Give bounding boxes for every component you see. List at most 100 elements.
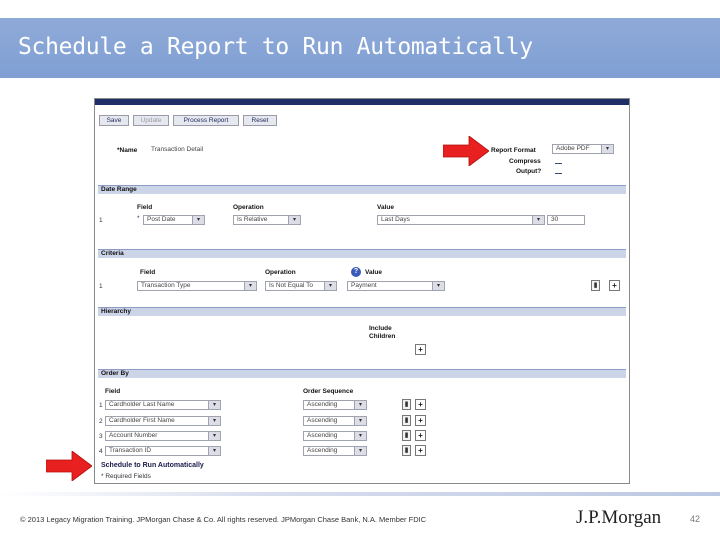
- chevron-down-icon: ▾: [432, 282, 444, 290]
- chevron-down-icon: ▾: [354, 417, 366, 425]
- order-field-value: Cardholder First Name: [109, 417, 175, 424]
- date-field-select[interactable]: Post Date ▾: [143, 215, 205, 225]
- output-label: Output?: [516, 168, 542, 175]
- chevron-down-icon: ▾: [208, 432, 220, 440]
- order-row-number: 1: [99, 402, 103, 409]
- save-button[interactable]: Save: [99, 115, 129, 126]
- compress-label: Compress: [509, 158, 541, 165]
- order-sequence-header: Order Sequence: [303, 388, 354, 395]
- output-checkbox[interactable]: [555, 169, 562, 174]
- add-order-button[interactable]: +: [415, 399, 426, 410]
- date-value-header: Value: [377, 204, 394, 211]
- order-field-value: Cardholder Last Name: [109, 401, 175, 408]
- chevron-down-icon: ▾: [192, 216, 204, 224]
- date-operation-select[interactable]: Is Relative ▾: [233, 215, 301, 225]
- name-label: *Name: [117, 147, 138, 154]
- order-field-value: Transaction ID: [109, 447, 152, 454]
- add-hierarchy-button[interactable]: +: [415, 344, 426, 355]
- name-field[interactable]: Transaction Detail: [147, 145, 327, 155]
- help-icon[interactable]: ?: [351, 267, 361, 277]
- chevron-down-icon: ▾: [288, 216, 300, 224]
- app-top-bar: [95, 99, 629, 105]
- order-row-number: 2: [99, 418, 103, 425]
- reset-button[interactable]: Reset: [243, 115, 277, 126]
- chevron-down-icon: ▾: [354, 432, 366, 440]
- schedule-to-run-link[interactable]: Schedule to Run Automatically: [101, 462, 204, 469]
- order-row-number: 3: [99, 433, 103, 440]
- process-report-button[interactable]: Process Report: [173, 115, 239, 126]
- update-button[interactable]: Update: [133, 115, 169, 126]
- date-field-value: Post Date: [147, 216, 176, 223]
- chevron-down-icon: ▾: [324, 282, 336, 290]
- chevron-down-icon: ▾: [244, 282, 256, 290]
- trash-icon[interactable]: ▮: [402, 445, 411, 456]
- chevron-down-icon: ▾: [532, 216, 544, 224]
- order-field-header: Field: [105, 388, 121, 395]
- chevron-down-icon: ▾: [354, 447, 366, 455]
- order-row-number: 4: [99, 448, 103, 455]
- criteria-row-number: 1: [99, 283, 103, 290]
- include-children-label: Include Children: [369, 325, 396, 340]
- order-field-select[interactable]: Account Number ▾: [105, 431, 221, 441]
- order-sequence-select[interactable]: Ascending ▾: [303, 400, 367, 410]
- criteria-operation-value: Is Not Equal To: [269, 282, 313, 289]
- report-format-label: Report Format: [491, 147, 536, 154]
- section-date-range: Date Range: [98, 185, 626, 194]
- section-hierarchy: Hierarchy: [98, 307, 626, 316]
- order-sequence-value: Ascending: [307, 417, 338, 424]
- order-field-select[interactable]: Transaction ID ▾: [105, 446, 221, 456]
- order-field-select[interactable]: Cardholder Last Name ▾: [105, 400, 221, 410]
- add-order-button[interactable]: +: [415, 430, 426, 441]
- required-marker: *: [137, 215, 140, 222]
- days-input[interactable]: 30: [547, 215, 585, 225]
- section-criteria: Criteria: [98, 249, 626, 258]
- trash-icon[interactable]: ▮: [402, 415, 411, 426]
- add-order-button[interactable]: +: [415, 415, 426, 426]
- page-number: 42: [690, 514, 701, 524]
- date-operation-header: Operation: [233, 204, 264, 211]
- chevron-down-icon: ▾: [601, 145, 613, 153]
- trash-icon[interactable]: ▮: [402, 399, 411, 410]
- order-sequence-value: Ascending: [307, 401, 338, 408]
- order-sequence-select[interactable]: Ascending ▾: [303, 416, 367, 426]
- required-fields-note: * Required Fields: [101, 473, 151, 480]
- jpmorgan-logo: J.P.Morgan: [576, 507, 662, 528]
- red-arrow-icon: [443, 136, 489, 166]
- footer-copyright: © 2013 Legacy Migration Training. JPMorg…: [20, 515, 427, 524]
- criteria-field-value: Transaction Type: [141, 282, 191, 289]
- red-arrow-icon: [46, 451, 92, 481]
- add-order-button[interactable]: +: [415, 445, 426, 456]
- order-sequence-select[interactable]: Ascending ▾: [303, 446, 367, 456]
- criteria-operation-header: Operation: [265, 269, 296, 276]
- criteria-value-header: Value: [365, 269, 382, 276]
- report-format-value: Adobe PDF: [556, 145, 590, 152]
- order-sequence-value: Ascending: [307, 432, 338, 439]
- chevron-down-icon: ▾: [208, 401, 220, 409]
- date-value-value: Last Days: [381, 216, 410, 223]
- chevron-down-icon: ▾: [354, 401, 366, 409]
- chevron-down-icon: ▾: [208, 417, 220, 425]
- criteria-field-select[interactable]: Transaction Type ▾: [137, 281, 257, 291]
- date-row-number: 1: [99, 217, 103, 224]
- section-order-by: Order By: [98, 369, 626, 378]
- trash-icon[interactable]: ▮: [591, 280, 600, 291]
- criteria-field-header: Field: [140, 269, 156, 276]
- trash-icon[interactable]: ▮: [402, 430, 411, 441]
- criteria-value-value: Payment: [351, 282, 377, 289]
- order-sequence-select[interactable]: Ascending ▾: [303, 431, 367, 441]
- order-field-select[interactable]: Cardholder First Name ▾: [105, 416, 221, 426]
- order-field-value: Account Number: [109, 432, 158, 439]
- add-criteria-button[interactable]: +: [609, 280, 620, 291]
- footer-rule: [0, 492, 720, 496]
- compress-checkbox[interactable]: [555, 159, 562, 164]
- report-screenshot: Save Update Process Report Reset *Name T…: [94, 98, 630, 484]
- criteria-value-select[interactable]: Payment ▾: [347, 281, 445, 291]
- criteria-operation-select[interactable]: Is Not Equal To ▾: [265, 281, 337, 291]
- report-format-select[interactable]: Adobe PDF ▾: [552, 144, 614, 154]
- date-value-select[interactable]: Last Days ▾: [377, 215, 545, 225]
- date-operation-value: Is Relative: [237, 216, 268, 223]
- chevron-down-icon: ▾: [208, 447, 220, 455]
- order-sequence-value: Ascending: [307, 447, 338, 454]
- slide-title: Schedule a Report to Run Automatically: [18, 34, 533, 60]
- date-field-header: Field: [137, 204, 153, 211]
